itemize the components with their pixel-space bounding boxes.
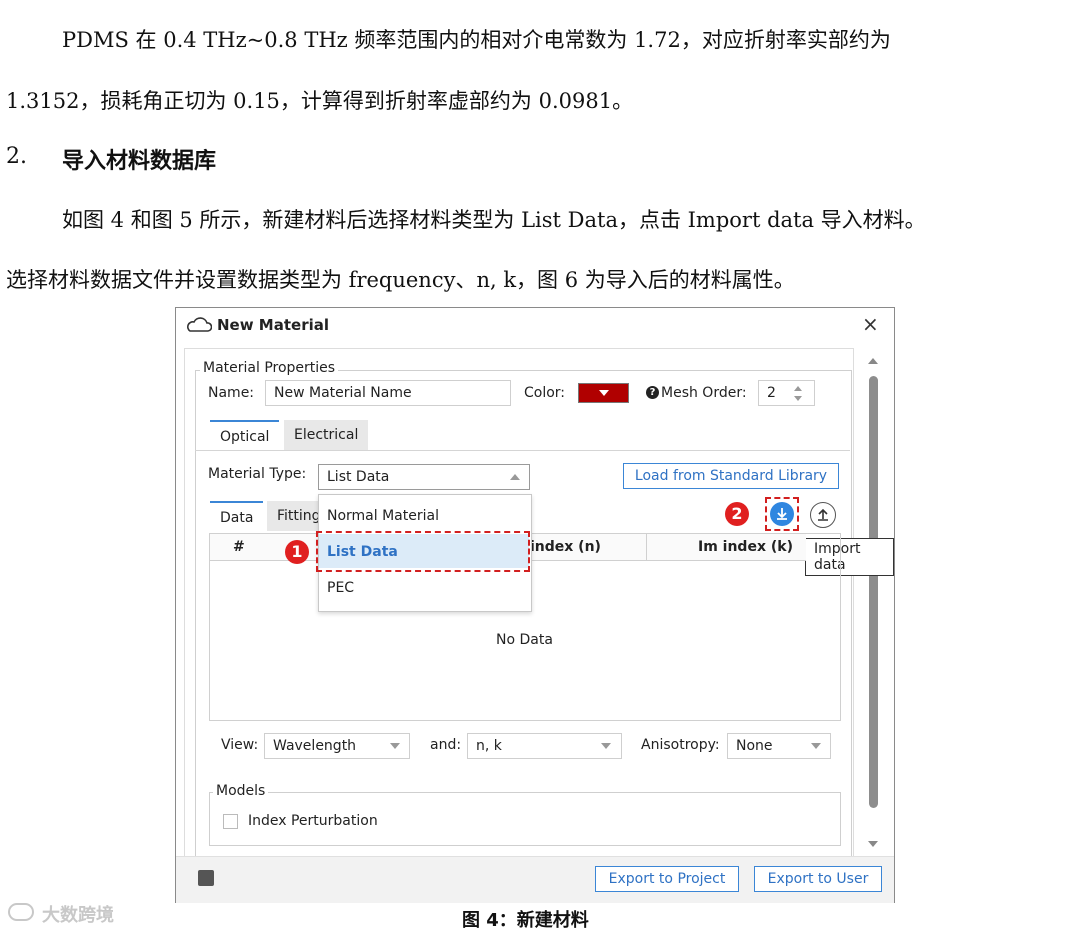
list-data-highlight-box	[316, 531, 530, 572]
chevron-up-icon	[510, 474, 520, 480]
doc-paragraph-line-3: 如图 4 和图 5 所示，新建材料后选择材料类型为 List Data，点击 I…	[62, 208, 926, 232]
doc-paragraph-line-1: PDMS 在 0.4 THz~0.8 THz 频率范围内的相对介电常数为 1.7…	[62, 28, 891, 52]
spinner-up-icon[interactable]	[794, 386, 802, 391]
chevron-down-icon	[599, 390, 609, 396]
doc-paragraph-line-2: 1.3152，损耗角正切为 0.15，计算得到折射率虚部约为 0.0981。	[6, 89, 634, 113]
color-label: Color:	[524, 385, 566, 401]
tab-content-frame	[195, 450, 850, 451]
section-heading: 导入材料数据库	[62, 148, 217, 174]
dialog-title: New Material	[217, 316, 330, 334]
section-number: 2.	[6, 144, 27, 169]
export-data-icon[interactable]	[810, 502, 836, 528]
scroll-up-arrow[interactable]	[868, 358, 878, 364]
chevron-down-icon	[811, 743, 821, 749]
tab-fitting[interactable]: Fitting	[267, 501, 321, 531]
mesh-order-label: Mesh Order:	[661, 385, 747, 401]
table-header-im: Im index (k)	[698, 539, 793, 555]
figure-caption: 图 4：新建材料	[462, 910, 589, 931]
tab-data[interactable]: Data	[210, 501, 264, 531]
mesh-order-spinner[interactable]: 2	[758, 380, 815, 406]
scrollbar-thumb[interactable]	[869, 376, 878, 808]
dropdown-option-pec[interactable]: PEC	[327, 580, 354, 596]
export-to-project-button[interactable]: Export to Project	[595, 866, 739, 892]
table-header-divider	[646, 534, 647, 560]
material-type-label: Material Type:	[208, 466, 307, 482]
models-label: Models	[213, 783, 269, 799]
scroll-down-arrow[interactable]	[868, 841, 878, 847]
load-standard-library-button[interactable]: Load from Standard Library	[623, 463, 839, 489]
tab-electrical[interactable]: Electrical	[284, 420, 369, 450]
help-icon[interactable]: ?	[646, 386, 659, 399]
name-input[interactable]: New Material Name	[265, 380, 511, 406]
color-picker[interactable]	[578, 383, 629, 403]
and-select[interactable]: n, k	[467, 733, 622, 759]
anisotropy-label: Anisotropy:	[641, 737, 720, 753]
index-perturbation-checkbox[interactable]	[223, 814, 238, 829]
annotation-badge-1: 1	[285, 540, 309, 564]
material-type-select[interactable]: List Data	[318, 464, 530, 490]
doc-paragraph-line-4: 选择材料数据文件并设置数据类型为 frequency、n, k，图 6 为导入后…	[6, 268, 795, 292]
new-material-dialog: New Material × Material Properties Name:…	[175, 307, 895, 903]
table-header-re: index (n)	[530, 539, 601, 555]
cloud-material-icon	[187, 317, 212, 332]
watermark-logo-icon	[8, 903, 34, 921]
book-icon[interactable]	[198, 870, 214, 886]
tab-optical[interactable]: Optical	[210, 420, 280, 450]
close-icon[interactable]: ×	[862, 312, 879, 336]
spinner-down-icon[interactable]	[794, 396, 802, 401]
chevron-down-icon	[390, 743, 400, 749]
annotation-badge-2: 2	[725, 502, 749, 526]
table-header-index: #	[233, 539, 245, 555]
and-label: and:	[430, 737, 462, 753]
view-select[interactable]: Wavelength	[264, 733, 410, 759]
name-label: Name:	[208, 385, 255, 401]
watermark: 大数跨境	[42, 905, 114, 926]
table-empty-text: No Data	[496, 632, 553, 648]
dropdown-option-normal-material[interactable]: Normal Material	[327, 508, 439, 524]
index-perturbation-label: Index Perturbation	[248, 813, 378, 829]
view-label: View:	[221, 737, 259, 753]
import-data-icon[interactable]	[770, 502, 794, 526]
material-properties-label: Material Properties	[200, 360, 339, 376]
export-to-user-button[interactable]: Export to User	[754, 866, 882, 892]
chevron-down-icon	[601, 743, 611, 749]
